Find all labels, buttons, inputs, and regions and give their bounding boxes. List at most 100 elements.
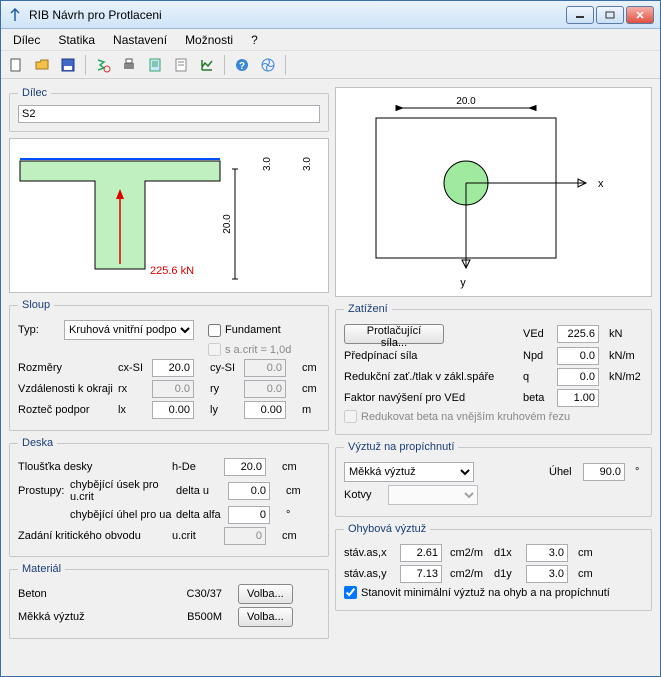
run-icon[interactable] (92, 54, 114, 76)
ved-label: VEd (523, 328, 553, 340)
typ-label: Typ: (18, 324, 60, 336)
hde-input[interactable] (224, 458, 266, 476)
title-bar: RIB Návrh pro Protlaceni (1, 1, 660, 29)
save-icon[interactable] (57, 54, 79, 76)
svg-text:20.0: 20.0 (456, 96, 476, 107)
cysi-input (244, 359, 286, 377)
material-group: Materiál Beton C30/37 Volba... Měkká výz… (9, 563, 329, 639)
help-icon[interactable]: ? (231, 54, 253, 76)
lx-input[interactable] (152, 401, 194, 419)
vyztuz-select[interactable]: Měkká výztuž (344, 462, 474, 482)
cxsi-input[interactable] (152, 359, 194, 377)
beta-label: beta (523, 392, 553, 404)
lx-label: lx (118, 404, 148, 416)
svg-text:20.0: 20.0 (222, 214, 233, 234)
vzd-label: Vzdálenosti k okraji (18, 383, 114, 395)
chart-icon[interactable] (196, 54, 218, 76)
minimize-button[interactable] (566, 6, 594, 24)
close-button[interactable] (626, 6, 654, 24)
svg-text:3.0: 3.0 (262, 157, 273, 171)
zatizeni-group: Zatížení Protlačující síla... VEd kN Pře… (335, 303, 652, 435)
kotvy-select (388, 485, 478, 505)
npd-label: Npd (523, 350, 553, 362)
d1x-label: d1x (494, 547, 522, 559)
svg-text:3.0: 3.0 (302, 157, 313, 171)
uhel-label-2: Úhel (549, 466, 579, 478)
sheet-icon[interactable] (170, 54, 192, 76)
stavy-label: stáv.as,y (344, 568, 396, 580)
faktor-label: Faktor navýšení pro VEd (344, 392, 519, 404)
beton-value: C30/37 (162, 588, 222, 600)
tloustka-label: Tloušťka desky (18, 461, 168, 473)
vyztuz-label: Měkká výztuž (18, 611, 158, 623)
ly-label: ly (210, 404, 240, 416)
menu-moznosti[interactable]: Možnosti (177, 31, 241, 49)
redukovat-checkbox: Redukovat beta na vnějším kruhovém řezu (344, 410, 570, 423)
uhel-label: chybějící úhel pro ua (70, 509, 172, 521)
vyztuz-prop-legend: Výztuž na propíchnutí (344, 441, 458, 453)
zatizeni-legend: Zatížení (344, 303, 392, 315)
dilec-legend: Dílec (18, 87, 51, 99)
stanovit-checkbox[interactable]: Stanovit minimální výztuž na ohyb a na p… (344, 586, 610, 599)
reduk-label: Redukční zať./tlak v zákl.spáře (344, 371, 519, 383)
ved-input[interactable] (557, 325, 599, 343)
ohyb-legend: Ohybová výztuž (344, 523, 430, 535)
d1x-input[interactable] (526, 544, 568, 562)
svg-text:x: x (598, 178, 604, 190)
menu-help[interactable]: ? (243, 31, 266, 49)
menu-nastaveni[interactable]: Nastavení (105, 31, 175, 49)
new-icon[interactable] (5, 54, 27, 76)
fan-icon[interactable] (257, 54, 279, 76)
vyztuz-volba-button[interactable]: Volba... (238, 607, 293, 627)
npd-input[interactable] (557, 347, 599, 365)
report-icon[interactable] (144, 54, 166, 76)
ry-input (244, 380, 286, 398)
deltaalfa-input[interactable] (228, 506, 270, 524)
stavx-label: stáv.as,x (344, 547, 396, 559)
predp-label: Předpínací síla (344, 350, 519, 362)
uhel-input[interactable] (583, 463, 625, 481)
usek-label: chybějící úsek pro u.crit (70, 479, 172, 503)
ucrit-label: u.crit (172, 530, 220, 542)
stavy-input[interactable] (400, 565, 442, 583)
stavx-input[interactable] (400, 544, 442, 562)
ucrit-input (224, 527, 266, 545)
d1y-label: d1y (494, 568, 522, 580)
menu-bar: Dílec Statika Nastavení Možnosti ? (1, 29, 660, 51)
svg-text:225.6 kN: 225.6 kN (150, 265, 194, 277)
typ-select[interactable]: Kruhová vnitřní podpor (64, 320, 194, 340)
rx-input (152, 380, 194, 398)
deltau-input[interactable] (228, 482, 270, 500)
ry-label: ry (210, 383, 240, 395)
protlac-button[interactable]: Protlačující síla... (344, 324, 444, 344)
vyztuz-prop-group: Výztuž na propíchnutí Měkká výztuž Úhel … (335, 441, 652, 517)
menu-dilec[interactable]: Dílec (5, 31, 48, 49)
q-input[interactable] (557, 368, 599, 386)
cysi-label: cy-SI (210, 362, 240, 374)
deska-legend: Deska (18, 437, 57, 449)
app-icon (7, 7, 23, 23)
menu-statika[interactable]: Statika (50, 31, 103, 49)
svg-text:?: ? (239, 61, 245, 72)
open-icon[interactable] (31, 54, 53, 76)
ly-input[interactable] (244, 401, 286, 419)
rx-label: rx (118, 383, 148, 395)
plan-diagram: 20.0 x y (335, 87, 652, 297)
prostupy-label: Prostupy: (18, 485, 66, 497)
cm-label: cm (302, 362, 317, 374)
kotvy-label: Kotvy (344, 489, 384, 501)
d1y-input[interactable] (526, 565, 568, 583)
maximize-button[interactable] (596, 6, 624, 24)
section-diagram: 225.6 kN 20.0 3.0 3.0 (9, 138, 329, 293)
deltau-label: delta u (176, 485, 224, 497)
beta-input[interactable] (557, 389, 599, 407)
dilec-input[interactable] (18, 105, 320, 123)
m-label: m (302, 404, 311, 416)
dilec-group: Dílec (9, 87, 329, 132)
material-legend: Materiál (18, 563, 65, 575)
fundament-checkbox[interactable]: Fundament (208, 324, 281, 337)
sloup-group: Sloup Typ: Kruhová vnitřní podpor Fundam… (9, 299, 329, 431)
beton-volba-button[interactable]: Volba... (238, 584, 293, 604)
roztec-label: Rozteč podpor (18, 404, 114, 416)
print-icon[interactable] (118, 54, 140, 76)
